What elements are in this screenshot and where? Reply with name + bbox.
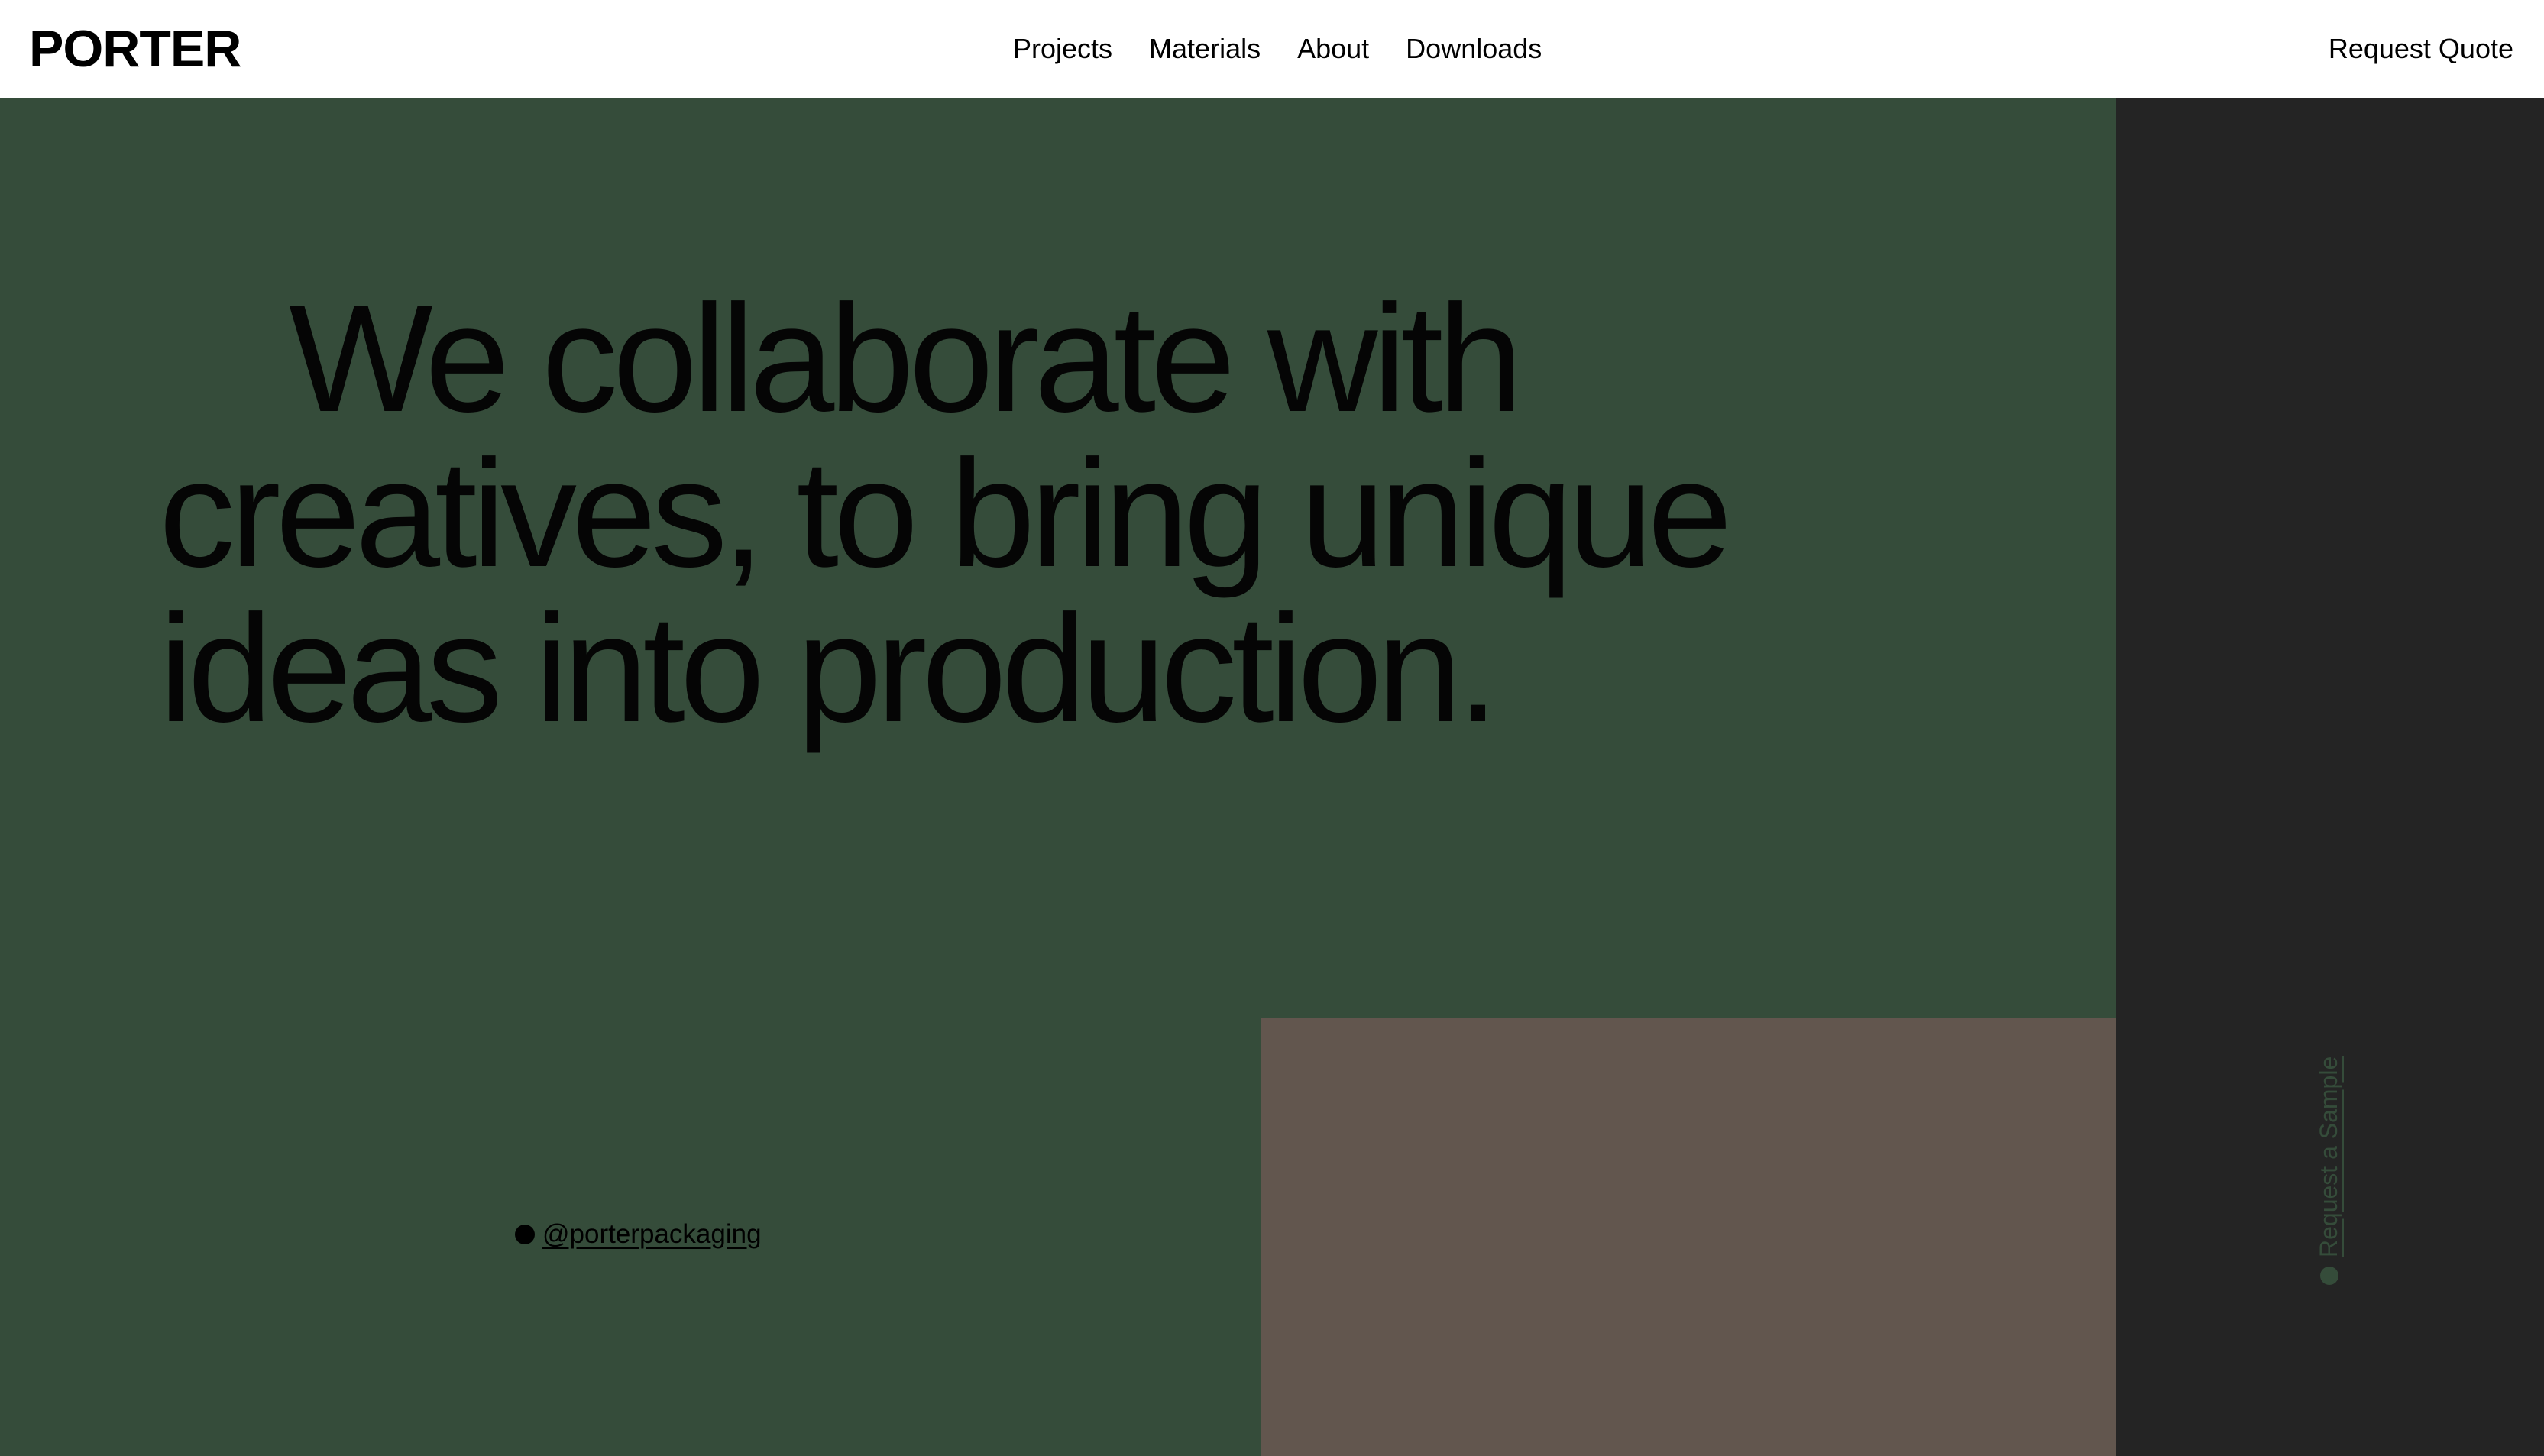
media-image-block — [1261, 1018, 2116, 1456]
site-header: PORTER Projects Materials About Download… — [0, 0, 2544, 98]
request-sample-link[interactable]: Request a Sample — [2315, 1056, 2343, 1285]
nav-materials[interactable]: Materials — [1149, 35, 1261, 63]
social-link: @porterpackaging — [515, 1219, 762, 1250]
request-quote-link[interactable]: Request Quote — [2329, 0, 2513, 98]
nav-downloads[interactable]: Downloads — [1406, 35, 1542, 63]
hero-headline: We collaborate with creatives, to bring … — [159, 273, 1733, 754]
nav-projects[interactable]: Projects — [1013, 35, 1112, 63]
nav-about[interactable]: About — [1297, 35, 1369, 63]
porter-logo[interactable]: PORTER — [29, 18, 241, 79]
hero-section: We collaborate with creatives, to bring … — [0, 98, 2116, 1456]
bullet-dot-icon — [2319, 1267, 2338, 1285]
bullet-dot-icon — [515, 1225, 535, 1244]
main-nav: Projects Materials About Downloads — [1013, 0, 1542, 98]
instagram-handle-link[interactable]: @porterpackaging — [542, 1219, 762, 1250]
request-sample-label: Request a Sample — [2315, 1056, 2342, 1257]
